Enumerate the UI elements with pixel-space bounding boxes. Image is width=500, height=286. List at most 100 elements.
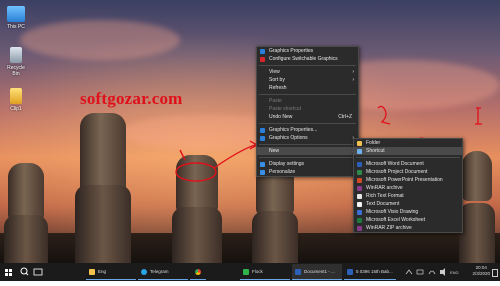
menu-item-label: Paste shortcut [269,106,301,112]
taskbar-app-label: Telegram [150,269,169,274]
submenu-item-winrar-archive[interactable]: WinRAR archive [354,184,462,192]
menu-item-label: Graphics Options [269,135,308,141]
menu-separator [259,65,356,66]
app-running-indicator [344,279,396,280]
menu-separator [259,144,356,145]
menu-item-label: Shortcut [366,148,385,154]
visio-icon [357,209,362,215]
app-running-indicator [240,279,290,280]
submenu-item-visio-drawing[interactable]: Microsoft Visio Drawing [354,208,462,216]
menu-item-label: WinRAR ZIP archive [366,225,412,231]
menu-item-label: WinRAR archive [366,185,403,191]
menu-item-refresh[interactable]: Refresh [257,84,358,92]
windows-logo-icon [5,269,12,276]
taskbar-app-label: Document1 - ... [304,269,335,274]
chrome-icon [195,269,201,275]
intel-graphics-icon [260,48,265,54]
excel-icon [357,217,362,223]
submenu-item-text-document[interactable]: Text Document [354,200,462,208]
taskbar-app-flock[interactable]: Flock [240,264,290,280]
telegram-icon [141,269,147,275]
menu-item-new[interactable]: New › [257,147,358,155]
menu-item-label: Undo New [269,114,293,120]
desktop-context-menu: Graphics Properties Configure Switchable… [256,46,359,177]
winrar-icon [357,185,362,191]
menu-separator [259,123,356,124]
project-icon [357,169,362,175]
menu-item-label: Display settings [269,161,305,167]
personalize-icon [260,169,265,175]
menu-item-label: View [269,69,280,75]
menu-item-label: Microsoft Project Document [366,169,428,175]
submenu-item-winrar-zip[interactable]: WinRAR ZIP archive [354,224,462,232]
submenu-item-excel-worksheet[interactable]: Microsoft Excel Worksheet [354,216,462,224]
menu-item-view[interactable]: View › [257,68,358,76]
desktop[interactable]: This PC Recycle Bin Clip1 softgozar.com … [0,0,500,263]
taskbar-app-chrome[interactable] [190,264,206,280]
menu-item-label: Microsoft PowerPoint Presentation [366,177,443,183]
submenu-item-word-document[interactable]: Microsoft Word Document [354,160,462,168]
menu-item-label: Graphics Properties... [269,127,318,133]
menu-item-display-settings[interactable]: Display settings [257,160,358,168]
system-tray: ENG 20:04 2/3/2020 [400,263,500,281]
intel-graphics-icon [260,135,265,141]
search-icon [20,267,29,276]
search-button[interactable] [17,263,31,281]
task-view-icon [33,268,43,276]
new-submenu: Folder Shortcut Microsoft Word Document … [353,138,463,233]
task-view-button[interactable] [31,263,45,281]
taskbar-app-label: Flock [252,269,263,274]
menu-item-paste-shortcut[interactable]: Paste shortcut [257,105,358,113]
submenu-item-powerpoint[interactable]: Microsoft PowerPoint Presentation [354,176,462,184]
display-icon [260,161,265,167]
menu-item-label: Microsoft Excel Worksheet [366,217,426,223]
taskbar: Eng Telegram Flock Document1 - ... 5 039… [0,263,500,281]
taskbar-app-label: Eng [98,269,107,274]
amd-icon [260,56,265,62]
submenu-item-project-document[interactable]: Microsoft Project Document [354,168,462,176]
menu-item-label: Folder [366,140,381,146]
taskbar-clock[interactable]: 20:04 2/3/2020 [472,265,490,277]
menu-item-label: Paste [269,98,282,104]
chevron-right-icon: › [352,69,354,75]
menu-item-label: Rich Text Format [366,193,404,199]
menu-item-label: New [269,148,280,154]
winrar-zip-icon [357,225,362,231]
menu-item-label: Microsoft Word Document [366,161,424,167]
clock-date: 2/3/2020 [472,271,490,276]
menu-separator [259,157,356,158]
folder-icon [89,269,95,275]
menu-item-personalize[interactable]: Personalize [257,168,358,176]
menu-item-label: Refresh [269,85,287,91]
taskbar-app-telegram[interactable]: Telegram [138,264,188,280]
chevron-right-icon: › [352,77,354,83]
menu-item-label: Personalize [269,169,296,175]
submenu-item-rich-text[interactable]: Rich Text Format [354,192,462,200]
tray-icons: ENG [405,268,459,276]
menu-item-paste[interactable]: Paste [257,97,358,105]
menu-item-label: Graphics Properties [269,48,314,54]
taskbar-app-document[interactable]: 5 0396 15th Bab... [344,264,396,280]
menu-item-graphics-properties-2[interactable]: Graphics Properties... [257,126,358,134]
menu-item-configure-switchable-graphics[interactable]: Configure Switchable Graphics [257,55,358,63]
menu-separator [356,157,460,158]
menu-item-undo-new[interactable]: Undo New Ctrl+Z [257,113,358,121]
menu-item-graphics-properties[interactable]: Graphics Properties [257,47,358,55]
menu-item-sort-by[interactable]: Sort by › [257,76,358,84]
menu-item-shortcut: Ctrl+Z [338,114,352,120]
intel-graphics-icon [260,127,265,133]
text-icon [357,201,362,207]
menu-item-graphics-options[interactable]: Graphics Options › [257,134,358,142]
shortcut-icon [357,148,362,154]
taskbar-app-word[interactable]: Document1 - ... [292,264,342,280]
start-button[interactable] [0,263,16,281]
app-running-indicator [190,279,206,280]
taskbar-app-eng[interactable]: Eng [86,264,136,280]
rtf-icon [357,193,362,199]
submenu-item-shortcut[interactable]: Shortcut [354,147,462,155]
notification-icon[interactable] [492,269,498,277]
menu-item-label: Configure Switchable Graphics [269,56,338,62]
word-icon [295,269,301,275]
app-running-indicator [86,279,136,280]
submenu-item-folder[interactable]: Folder [354,139,462,147]
